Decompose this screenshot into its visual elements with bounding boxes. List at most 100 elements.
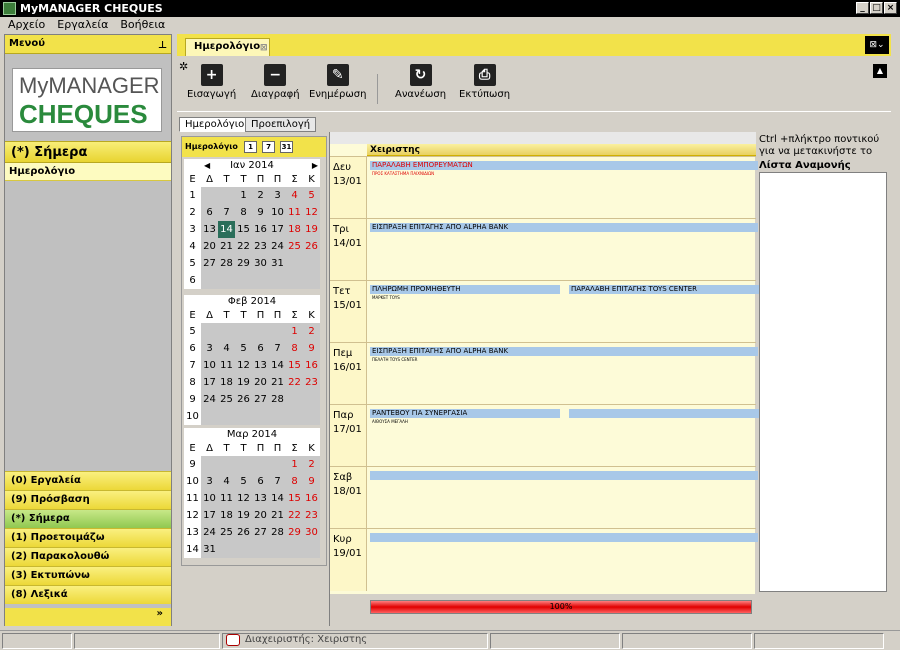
day-cell[interactable] xyxy=(218,408,235,425)
day-cell[interactable] xyxy=(235,408,252,425)
nav-print[interactable]: (3) Εκτυπώνω xyxy=(5,566,171,585)
day-row[interactable]: Σαβ 18/01 xyxy=(330,466,758,529)
view-day-button[interactable]: 1 xyxy=(244,141,257,153)
day-cell[interactable]: 30 xyxy=(252,255,269,272)
day-cell[interactable] xyxy=(218,187,235,204)
day-cell[interactable] xyxy=(252,408,269,425)
day-cell[interactable]: 7 xyxy=(269,473,286,490)
day-cell[interactable] xyxy=(252,272,269,289)
day-cell[interactable]: 16 xyxy=(303,357,320,374)
day-cell[interactable]: 16 xyxy=(252,221,269,238)
prev-month-icon[interactable]: ◀ xyxy=(204,159,210,173)
day-cell[interactable]: 18 xyxy=(218,507,235,524)
day-cell[interactable]: 24 xyxy=(269,238,286,255)
day-cell[interactable] xyxy=(201,323,218,340)
day-cell[interactable]: 14 xyxy=(218,221,235,238)
event-block[interactable] xyxy=(569,409,759,418)
day-cell[interactable]: 25 xyxy=(286,238,303,255)
day-cell[interactable]: 27 xyxy=(252,391,269,408)
event-block[interactable]: ΠΛΗΡΩΜΗ ΠΡΟΜΗΘΕΥΤΗ xyxy=(370,285,560,294)
menu-file[interactable]: Αρχείο xyxy=(8,18,45,31)
nav-today[interactable]: (*) Σήμερα xyxy=(5,509,171,528)
tab-close-icon[interactable]: ⊠ xyxy=(260,40,268,56)
day-cell[interactable] xyxy=(218,272,235,289)
menu-tools[interactable]: Εργαλεία xyxy=(57,18,108,31)
nav-monitor[interactable]: (2) Παρακολουθώ xyxy=(5,547,171,566)
refresh-button[interactable]: ↻ Ανανέωση xyxy=(395,64,446,100)
day-cell[interactable]: 17 xyxy=(269,221,286,238)
day-cell[interactable]: 4 xyxy=(218,340,235,357)
day-cell[interactable]: 22 xyxy=(286,507,303,524)
day-cell[interactable]: 12 xyxy=(235,357,252,374)
day-cell[interactable]: 22 xyxy=(235,238,252,255)
day-cell[interactable]: 6 xyxy=(252,340,269,357)
day-cell[interactable]: 4 xyxy=(286,187,303,204)
day-cell[interactable]: 9 xyxy=(303,340,320,357)
maximize-button[interactable]: □ xyxy=(870,2,883,14)
day-cell[interactable]: 1 xyxy=(286,323,303,340)
day-cell[interactable] xyxy=(286,541,303,558)
day-cell[interactable]: 15 xyxy=(286,357,303,374)
day-cell[interactable]: 5 xyxy=(303,187,320,204)
subtab-default[interactable]: Προεπιλογή xyxy=(245,117,317,132)
day-cell[interactable]: 9 xyxy=(303,473,320,490)
day-cell[interactable]: 11 xyxy=(218,490,235,507)
day-cell[interactable] xyxy=(252,323,269,340)
day-cell[interactable] xyxy=(201,408,218,425)
day-cell[interactable]: 20 xyxy=(252,507,269,524)
day-cell[interactable]: 2 xyxy=(303,456,320,473)
day-cell[interactable]: 9 xyxy=(252,204,269,221)
event-block[interactable]: ΕΙΣΠΡΑΞΗ ΕΠΙΤΑΓΗΣ ΑΠΟ ALPHA BANK xyxy=(370,223,758,232)
day-cell[interactable]: 29 xyxy=(286,524,303,541)
day-cell[interactable]: 28 xyxy=(269,391,286,408)
day-cell[interactable] xyxy=(286,255,303,272)
event-block[interactable] xyxy=(370,471,758,480)
close-button[interactable]: × xyxy=(884,2,897,14)
day-cell[interactable]: 2 xyxy=(252,187,269,204)
view-week-button[interactable]: 7 xyxy=(262,141,275,153)
minimize-button[interactable]: _ xyxy=(856,2,869,14)
day-cell[interactable]: 24 xyxy=(201,524,218,541)
day-row[interactable]: Τετ 15/01 ΠΛΗΡΩΜΗ ΠΡΟΜΗΘΕΥΤΗ ΜΑΡΚΕΤ TOYS ΠΑΡ… xyxy=(330,280,759,343)
day-cell[interactable]: 28 xyxy=(269,524,286,541)
tab-menu-icon[interactable]: ⊠⌄ xyxy=(865,36,889,54)
day-cell[interactable]: 24 xyxy=(201,391,218,408)
day-cell[interactable]: 10 xyxy=(201,490,218,507)
day-cell[interactable]: 13 xyxy=(252,490,269,507)
day-cell[interactable]: 19 xyxy=(235,507,252,524)
day-cell[interactable] xyxy=(303,541,320,558)
nav-dictionaries[interactable]: (8) Λεξικά xyxy=(5,585,171,604)
collapse-up-icon[interactable]: ▲ xyxy=(873,64,887,78)
day-cell[interactable] xyxy=(252,541,269,558)
event-block[interactable]: ΠΑΡΑΛΑΒΗ ΕΜΠΟΡΕΥΜΑΤΩΝ xyxy=(370,161,758,170)
day-cell[interactable]: 23 xyxy=(303,374,320,391)
day-cell[interactable]: 17 xyxy=(201,507,218,524)
day-cell[interactable]: 31 xyxy=(201,541,218,558)
day-cell[interactable]: 27 xyxy=(252,524,269,541)
day-cell[interactable]: 18 xyxy=(218,374,235,391)
edit-button[interactable]: ✎ Ενημέρωση xyxy=(309,64,366,100)
day-cell[interactable]: 25 xyxy=(218,524,235,541)
tab-calendar[interactable]: Ημερολόγιο ⊠ xyxy=(185,38,270,56)
day-cell[interactable]: 18 xyxy=(286,221,303,238)
day-cell[interactable]: 22 xyxy=(286,374,303,391)
day-cell[interactable]: 15 xyxy=(235,221,252,238)
day-cell[interactable] xyxy=(201,456,218,473)
day-cell[interactable] xyxy=(286,408,303,425)
delete-button[interactable]: − Διαγραφή xyxy=(251,64,300,100)
add-button[interactable]: + Εισαγωγή xyxy=(187,64,236,100)
day-row[interactable]: Παρ 17/01 ΡΑΝΤΕΒΟΥ ΓΙΑ ΣΥΝΕΡΓΑΣΙΑ ΑΙΘΟΥΣΑ Μ… xyxy=(330,404,759,467)
day-cell[interactable]: 21 xyxy=(218,238,235,255)
today-header[interactable]: (*) Σήμερα xyxy=(5,141,171,163)
day-cell[interactable]: 8 xyxy=(286,473,303,490)
day-cell[interactable]: 12 xyxy=(235,490,252,507)
day-cell[interactable]: 21 xyxy=(269,507,286,524)
day-cell[interactable] xyxy=(235,541,252,558)
day-cell[interactable]: 11 xyxy=(218,357,235,374)
print-button[interactable]: ⎙ Εκτύπωση xyxy=(459,64,510,100)
event-block[interactable]: ΡΑΝΤΕΒΟΥ ΓΙΑ ΣΥΝΕΡΓΑΣΙΑ xyxy=(370,409,560,418)
day-cell[interactable]: 16 xyxy=(303,490,320,507)
day-cell[interactable] xyxy=(218,456,235,473)
day-cell[interactable]: 4 xyxy=(218,473,235,490)
day-cell[interactable] xyxy=(269,456,286,473)
